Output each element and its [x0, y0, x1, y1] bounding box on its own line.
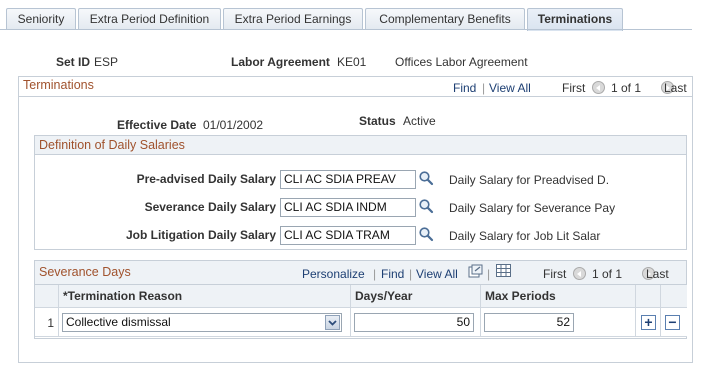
chevron-down-icon[interactable] [325, 315, 340, 330]
new-window-icon[interactable] [468, 264, 483, 278]
setid-label: Set ID [56, 55, 91, 69]
setid-value: ESP [94, 55, 119, 69]
remove-column-header [661, 285, 687, 308]
add-cell: + [636, 308, 661, 337]
separator: | [373, 267, 377, 281]
labor-agreement-label: Labor Agreement [231, 55, 330, 69]
termination-reason-select[interactable]: Collective dismissal [62, 313, 342, 332]
separator: | [482, 81, 486, 95]
row-count: 1 of 1 [592, 267, 623, 281]
severance-days-grid: Severance Days Personalize | Find | View… [34, 260, 687, 339]
days-per-year-input[interactable]: 50 [354, 313, 474, 332]
max-periods-header: Max Periods [481, 285, 636, 308]
preadvised-salary-label: Pre-advised Daily Salary [136, 172, 276, 186]
lookup-icon[interactable] [418, 226, 434, 242]
severance-salary-description: Daily Salary for Severance Pay [449, 201, 616, 215]
tab-bar: Seniority Extra Period Definition Extra … [0, 0, 710, 31]
separator: | [487, 267, 491, 281]
tab-label: Complementary Benefits [379, 12, 511, 26]
job-litigation-salary-label: Job Litigation Daily Salary [125, 228, 276, 242]
status-value: Active [403, 114, 436, 128]
effective-date-value: 01/01/2002 [203, 118, 264, 132]
preadvised-salary-description: Daily Salary for Preadvised D. [449, 173, 610, 187]
tab-extra-period-earnings[interactable]: Extra Period Earnings [223, 8, 363, 30]
tab-terminations[interactable]: Terminations [527, 8, 623, 31]
max-periods-cell: 52 [481, 308, 636, 337]
last-label: Last [646, 267, 669, 281]
tab-extra-period-definition[interactable]: Extra Period Definition [78, 8, 221, 30]
tab-label: Extra Period Definition [89, 12, 210, 26]
status-label: Status [359, 114, 396, 128]
personalize-link[interactable]: Personalize [302, 267, 365, 281]
tab-complementary-benefits[interactable]: Complementary Benefits [365, 8, 525, 30]
severance-days-header: Severance Days Personalize | Find | View… [35, 261, 686, 285]
separator: | [409, 267, 413, 281]
terminations-title: Terminations [23, 78, 94, 92]
labor-agreement-description: Offices Labor Agreement [395, 55, 528, 69]
row-count: 1 of 1 [611, 81, 642, 95]
daily-salaries-header: Definition of Daily Salaries [35, 136, 686, 155]
tab-label: Seniority [17, 12, 65, 26]
days-per-year-cell: 50 [351, 308, 481, 337]
remove-cell: − [661, 308, 687, 337]
severance-days-title: Severance Days [39, 265, 131, 279]
job-litigation-salary-input[interactable]: CLI AC SDIA TRAM [280, 226, 416, 245]
daily-salaries-title: Definition of Daily Salaries [39, 138, 185, 152]
delete-row-button[interactable]: − [665, 315, 680, 330]
add-row-button[interactable]: + [641, 315, 656, 330]
first-label: First [562, 81, 586, 95]
tab-label: Terminations [537, 12, 613, 26]
row-number-header [35, 285, 59, 308]
termination-reason-cell: Collective dismissal [59, 308, 351, 337]
severance-salary-input[interactable]: CLI AC SDIA INDM [280, 198, 416, 217]
download-grid-icon[interactable] [496, 264, 511, 277]
max-periods-input[interactable]: 52 [484, 313, 574, 332]
tab-underline [0, 29, 692, 30]
tab-seniority[interactable]: Seniority [6, 8, 76, 30]
table-row: 1 [35, 308, 59, 337]
first-label: First [543, 267, 567, 281]
row-number: 1 [47, 316, 54, 330]
termination-reason-value: Collective dismissal [66, 315, 171, 329]
lookup-icon[interactable] [418, 198, 434, 214]
daily-salaries-group: Definition of Daily Salaries Pre-advised… [34, 135, 687, 250]
job-litigation-salary-description: Daily Salary for Job Lit Salar [449, 229, 601, 243]
effective-date-label: Effective Date [117, 118, 197, 132]
days-per-year-header: Days/Year [351, 285, 481, 308]
preadvised-salary-input[interactable]: CLI AC SDIA PREAV [280, 170, 416, 189]
labor-agreement-value: KE01 [337, 55, 367, 69]
view-all-link[interactable]: View All [416, 267, 458, 281]
tab-label: Extra Period Earnings [234, 12, 352, 26]
previous-icon[interactable] [573, 267, 586, 281]
lookup-icon[interactable] [418, 170, 434, 186]
view-all-link[interactable]: View All [489, 81, 531, 95]
severance-salary-label: Severance Daily Salary [144, 200, 276, 214]
last-label: Last [664, 81, 687, 95]
find-link[interactable]: Find [381, 267, 404, 281]
add-column-header [636, 285, 661, 308]
terminations-group: Terminations Find | View All First 1 of … [18, 76, 693, 363]
find-link[interactable]: Find [453, 81, 476, 95]
termination-reason-header: *Termination Reason [59, 285, 351, 308]
